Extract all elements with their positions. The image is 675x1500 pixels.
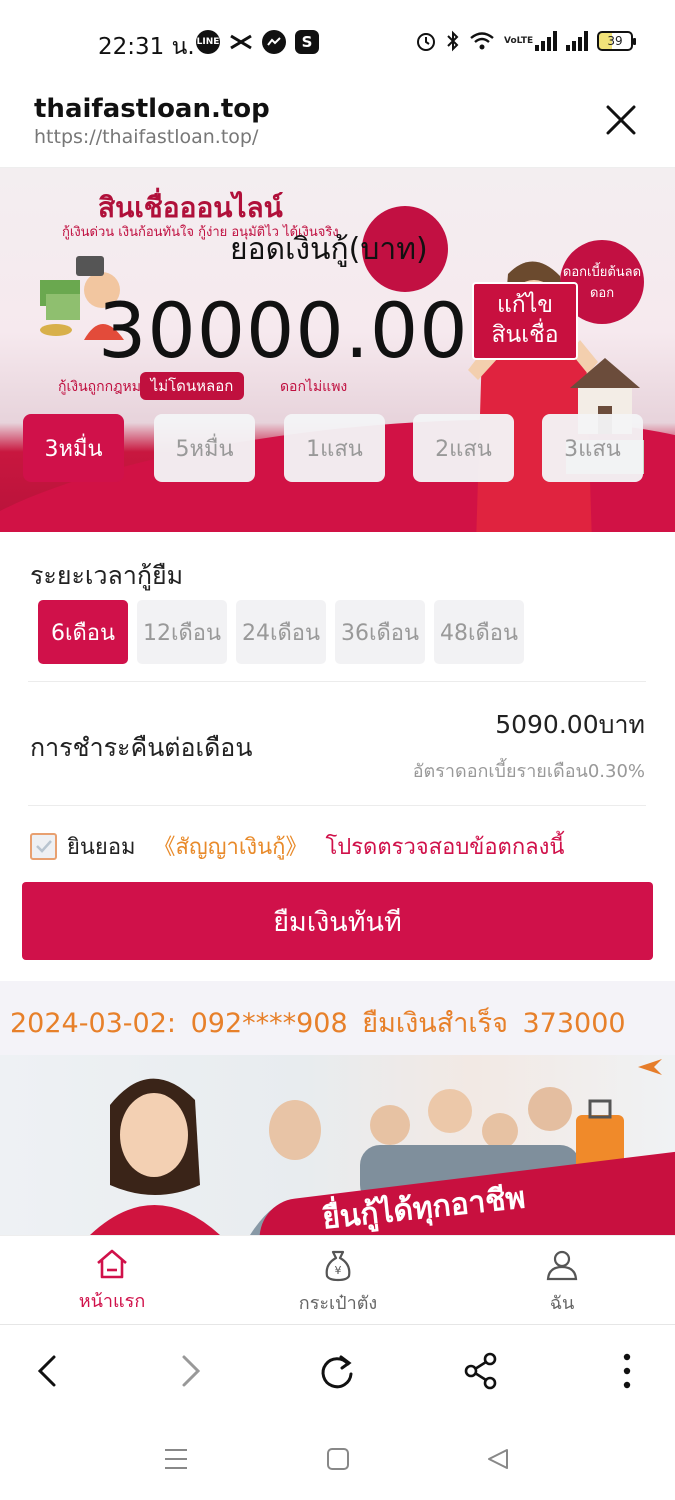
loan-amount-value: 30000.00 [98,286,469,375]
site-url[interactable]: https://thaifastloan.top/ [34,126,258,148]
messenger-icon [262,30,286,54]
promo-banner[interactable]: ยื่นกู้ได้ทุกอาชีพ [0,1055,675,1235]
term-title: ระยะเวลากู้ยืม [30,561,184,590]
amount-option-label: 3หมื่น [44,436,103,462]
check-icon [35,840,52,853]
back-icon [37,1355,56,1387]
edit-loan-label: แก้ไข สินเชื่อ [491,292,559,348]
browser-back-button[interactable] [22,1346,72,1396]
close-icon[interactable] [603,102,639,138]
loan-amount-label: ยอดเงินกู้(บาท) [230,232,428,267]
browser-reload-button[interactable] [312,1346,362,1396]
system-back-button[interactable] [478,1442,518,1476]
system-nav-bar [0,1416,675,1500]
signal-icon [566,31,588,51]
amount-option-100000[interactable]: 1แสน [284,414,385,482]
recent-apps-icon [165,1449,187,1469]
edit-loan-button[interactable]: แก้ไข สินเชื่อ [472,282,578,360]
status-time: 22:31 น. [98,34,195,60]
amount-option-label: 3แสน [564,436,621,462]
forward-icon [182,1355,201,1387]
term-option-12[interactable]: 12เดือน [137,600,227,664]
browser-share-button[interactable] [456,1346,506,1396]
nav-label: กระเป๋าตัง [298,1293,378,1314]
wifi-icon [470,32,494,50]
capcut-icon [229,30,253,54]
amount-option-200000[interactable]: 2แสน [413,414,514,482]
term-option-label: 12เดือน [142,620,222,646]
promo-woman-illustration [90,1078,220,1235]
term-option-label: 48เดือน [439,620,519,646]
monthly-repayment-amount: 5090.00บาท [495,710,645,739]
loan-ticker: 2024-03-02: 092****908 ยืมเงินสำเร็จ 373… [0,981,675,1055]
status-app-icons: LINE S [196,30,319,54]
term-option-24[interactable]: 24เดือน [236,600,326,664]
nav-label: ฉัน [549,1293,575,1314]
status-bar: 22:31 น. LINE S VoLTE 39 [0,0,675,86]
alarm-icon [417,33,435,51]
term-option-6[interactable]: 6เดือน [38,600,128,664]
borrow-now-button[interactable]: ยืมเงินทันที [22,882,653,960]
nav-wallet[interactable]: ¥ กระเป๋าตัง [268,1248,408,1317]
reload-icon [321,1355,353,1389]
divider [28,805,646,806]
home-icon [327,1448,349,1470]
term-option-label: 6เดือน [50,620,116,646]
browser-menu-button[interactable] [602,1346,652,1396]
status-indicators: VoLTE 39 [415,30,636,52]
interest-rate: อัตราดอกเบี้ยรายเดือน0.30% [412,761,645,782]
bluetooth-icon [447,30,459,52]
app-bottom-nav: หน้าแรก ¥ กระเป๋าตัง ฉัน [0,1235,675,1325]
nav-label: หน้าแรก [78,1291,146,1312]
svg-text:¥: ¥ [335,1264,342,1277]
system-home-button[interactable] [318,1442,358,1476]
amount-option-30000[interactable]: 3หมื่น [23,414,124,482]
browser-toolbar [0,1326,675,1416]
term-option-36[interactable]: 36เดือน [335,600,425,664]
amount-option-50000[interactable]: 5หมื่น [154,414,255,482]
term-option-label: 36เดือน [340,620,420,646]
ticker-text: 2024-03-02: 092****908 ยืมเงินสำเร็จ 373… [10,1008,626,1039]
airplane-icon [638,1059,662,1075]
agreement-checkbox[interactable] [30,832,57,860]
browser-header: thaifastloan.top https://thaifastloan.to… [0,86,675,168]
amount-option-label: 5หมื่น [175,436,234,462]
site-title: thaifastloan.top [34,94,270,124]
amount-option-label: 2แสน [435,436,492,462]
term-option-48[interactable]: 48เดือน [434,600,524,664]
amount-option-label: 1แสน [306,436,363,462]
agree-label: ยินยอม [67,834,136,860]
back-icon [488,1449,508,1469]
term-option-label: 24เดือน [241,620,321,646]
browser-forward-button[interactable] [166,1346,216,1396]
battery-icon: 39 [597,31,636,51]
line-icon: LINE [196,30,220,54]
volte-icon: VoLTE [504,36,534,46]
divider [28,681,646,682]
system-recent-apps-button[interactable] [156,1442,196,1476]
term-options: 6เดือน 12เดือน 24เดือน 36เดือน 48เดือน [38,600,538,664]
nav-profile[interactable]: ฉัน [492,1248,632,1317]
agreement-row: ยินยอม 《สัญญาเงินกู้》 โปรดตรวจสอบข้อตกลง… [30,830,564,862]
money-bag-icon: ¥ [325,1250,351,1282]
nav-home[interactable]: หน้าแรก [42,1248,182,1315]
banner-line-end: ดอกไม่แพง [279,379,348,395]
share-icon [464,1352,497,1390]
home-icon [97,1249,127,1279]
amount-options: 3หมื่น 5หมื่น 1แสน 2แสน 3แสน [23,414,643,482]
contract-link[interactable]: 《สัญญาเงินกู้》 [154,829,308,864]
more-icon [623,1353,631,1389]
monthly-repayment-label: การชำระคืนต่อเดือน [30,733,253,762]
user-icon [546,1250,578,1281]
loan-banner: สินเชื่อออนไลน์ กู้เงินด่วน เงินก้อนทันใ… [0,168,675,532]
amount-option-300000[interactable]: 3แสน [542,414,643,482]
s-app-icon: S [295,30,319,54]
signal-icon [535,31,557,51]
banner-tag: ไม่โดนหลอก [140,372,244,400]
agreement-notice: โปรดตรวจสอบข้อตกลงนี้ [325,834,565,860]
